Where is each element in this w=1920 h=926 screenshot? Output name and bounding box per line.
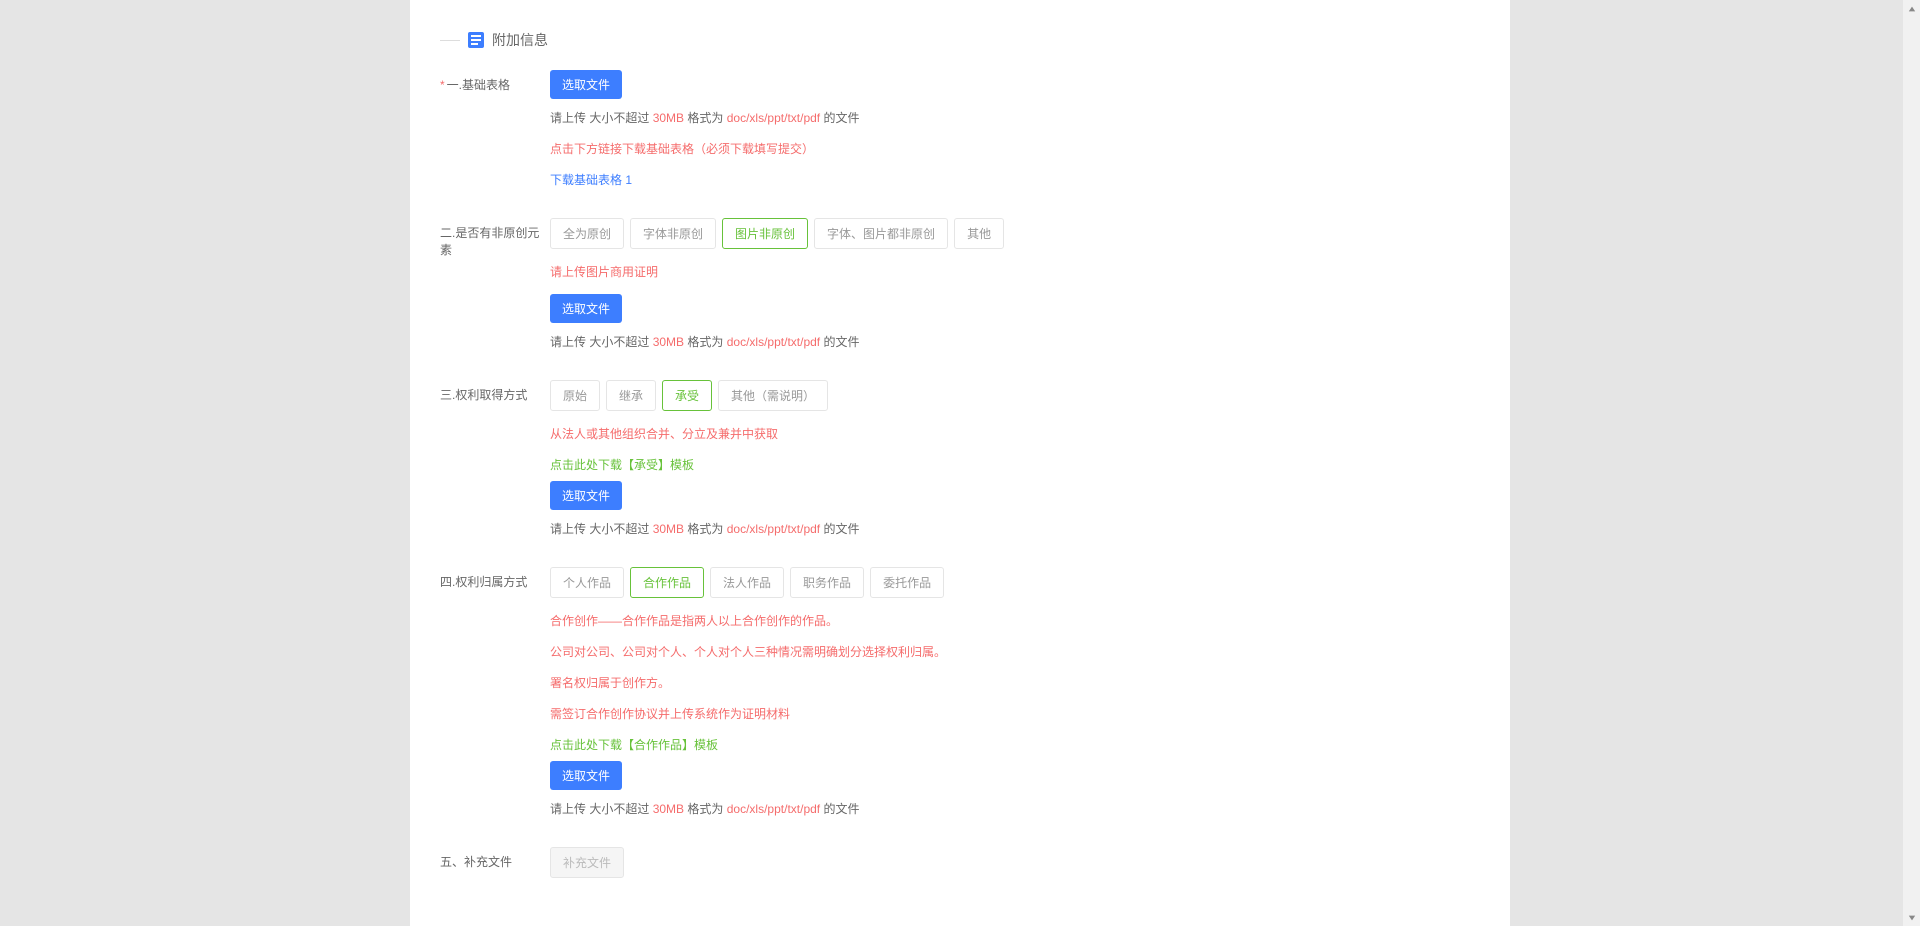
tag-original[interactable]: 原始	[550, 380, 600, 411]
tag-personal-work[interactable]: 个人作品	[550, 567, 624, 598]
form-row-non-original: 二.是否有非原创元素 全为原创 字体非原创 图片非原创 字体、图片都非原创 其他…	[440, 218, 1480, 350]
section-header-additional-info: 附加信息	[440, 30, 1480, 50]
tag-group-non-original: 全为原创 字体非原创 图片非原创 字体、图片都非原创 其他	[550, 218, 1480, 249]
tag-inherit[interactable]: 继承	[606, 380, 656, 411]
label-non-original: 二.是否有非原创元素	[440, 218, 550, 350]
tag-font-non-original[interactable]: 字体非原创	[630, 218, 716, 249]
content-basic-table: 选取文件 请上传 大小不超过 30MB 格式为 doc/xls/ppt/txt/…	[550, 70, 1480, 188]
form-row-rights-acquisition: 三.权利取得方式 原始 继承 承受 其他（需说明） 从法人或其他组织合并、分立及…	[440, 380, 1480, 537]
upload-hint: 请上传 大小不超过 30MB 格式为 doc/xls/ppt/txt/pdf 的…	[550, 520, 1480, 537]
required-mark: *	[440, 78, 445, 92]
select-file-button[interactable]: 选取文件	[550, 294, 622, 323]
section-title: 附加信息	[492, 30, 548, 50]
upload-hint: 请上传 大小不超过 30MB 格式为 doc/xls/ppt/txt/pdf 的…	[550, 333, 1480, 350]
tag-other-explain[interactable]: 其他（需说明）	[718, 380, 828, 411]
warn-attribution: 署名权归属于创作方。	[550, 674, 1480, 691]
label-basic-table: *一.基础表格	[440, 70, 550, 188]
select-file-button[interactable]: 选取文件	[550, 70, 622, 99]
warn-merger-split: 从法人或其他组织合并、分立及兼并中获取	[550, 425, 1480, 442]
scroll-track[interactable]	[1903, 17, 1920, 909]
scroll-down-arrow[interactable]	[1903, 909, 1920, 926]
download-template-accept[interactable]: 点击此处下载【承受】模板	[550, 456, 1480, 473]
upload-hint: 请上传 大小不超过 30MB 格式为 doc/xls/ppt/txt/pdf 的…	[550, 109, 1480, 126]
download-link-basic-table[interactable]: 下载基础表格 1	[550, 171, 1480, 188]
warn-agreement-upload: 需签订合作创作协议并上传系统作为证明材料	[550, 705, 1480, 722]
tag-both-non-original[interactable]: 字体、图片都非原创	[814, 218, 948, 249]
scroll-up-arrow[interactable]	[1903, 0, 1920, 17]
label-supplementary: 五、补充文件	[440, 847, 550, 878]
tag-all-original[interactable]: 全为原创	[550, 218, 624, 249]
select-file-button[interactable]: 选取文件	[550, 761, 622, 790]
select-file-button[interactable]: 选取文件	[550, 481, 622, 510]
tag-duty-work[interactable]: 职务作品	[790, 567, 864, 598]
form-row-basic-table: *一.基础表格 选取文件 请上传 大小不超过 30MB 格式为 doc/xls/…	[440, 70, 1480, 188]
tag-commissioned-work[interactable]: 委托作品	[870, 567, 944, 598]
content-non-original: 全为原创 字体非原创 图片非原创 字体、图片都非原创 其他 请上传图片商用证明 …	[550, 218, 1480, 350]
content-supplementary: 补充文件	[550, 847, 1480, 878]
form-row-supplementary: 五、补充文件 补充文件	[440, 847, 1480, 878]
warn-collab-def: 合作创作——合作作品是指两人以上合作创作的作品。	[550, 612, 1480, 629]
tag-other[interactable]: 其他	[954, 218, 1004, 249]
content-rights-acquisition: 原始 继承 承受 其他（需说明） 从法人或其他组织合并、分立及兼并中获取 点击此…	[550, 380, 1480, 537]
warn-ownership-division: 公司对公司、公司对个人、个人对个人三种情况需明确划分选择权利归属。	[550, 643, 1480, 660]
form-row-rights-ownership: 四.权利归属方式 个人作品 合作作品 法人作品 职务作品 委托作品 合作创作——…	[440, 567, 1480, 817]
divider-line	[440, 40, 460, 41]
tag-group-rights-acquisition: 原始 继承 承受 其他（需说明）	[550, 380, 1480, 411]
tag-collaborative-work[interactable]: 合作作品	[630, 567, 704, 598]
download-warning: 点击下方链接下载基础表格（必须下载填写提交）	[550, 140, 1480, 157]
label-rights-ownership: 四.权利归属方式	[440, 567, 550, 817]
label-rights-acquisition: 三.权利取得方式	[440, 380, 550, 537]
tag-image-non-original[interactable]: 图片非原创	[722, 218, 808, 249]
warn-upload-proof: 请上传图片商用证明	[550, 263, 1480, 280]
tag-legal-person-work[interactable]: 法人作品	[710, 567, 784, 598]
download-template-collab[interactable]: 点击此处下载【合作作品】模板	[550, 736, 1480, 753]
content-rights-ownership: 个人作品 合作作品 法人作品 职务作品 委托作品 合作创作——合作作品是指两人以…	[550, 567, 1480, 817]
tag-group-rights-ownership: 个人作品 合作作品 法人作品 职务作品 委托作品	[550, 567, 1480, 598]
document-icon	[468, 32, 484, 48]
supplementary-file-button[interactable]: 补充文件	[550, 847, 624, 878]
tag-accept[interactable]: 承受	[662, 380, 712, 411]
vertical-scrollbar[interactable]	[1903, 0, 1920, 926]
form-container: 附加信息 *一.基础表格 选取文件 请上传 大小不超过 30MB 格式为 doc…	[410, 0, 1510, 926]
upload-hint: 请上传 大小不超过 30MB 格式为 doc/xls/ppt/txt/pdf 的…	[550, 800, 1480, 817]
